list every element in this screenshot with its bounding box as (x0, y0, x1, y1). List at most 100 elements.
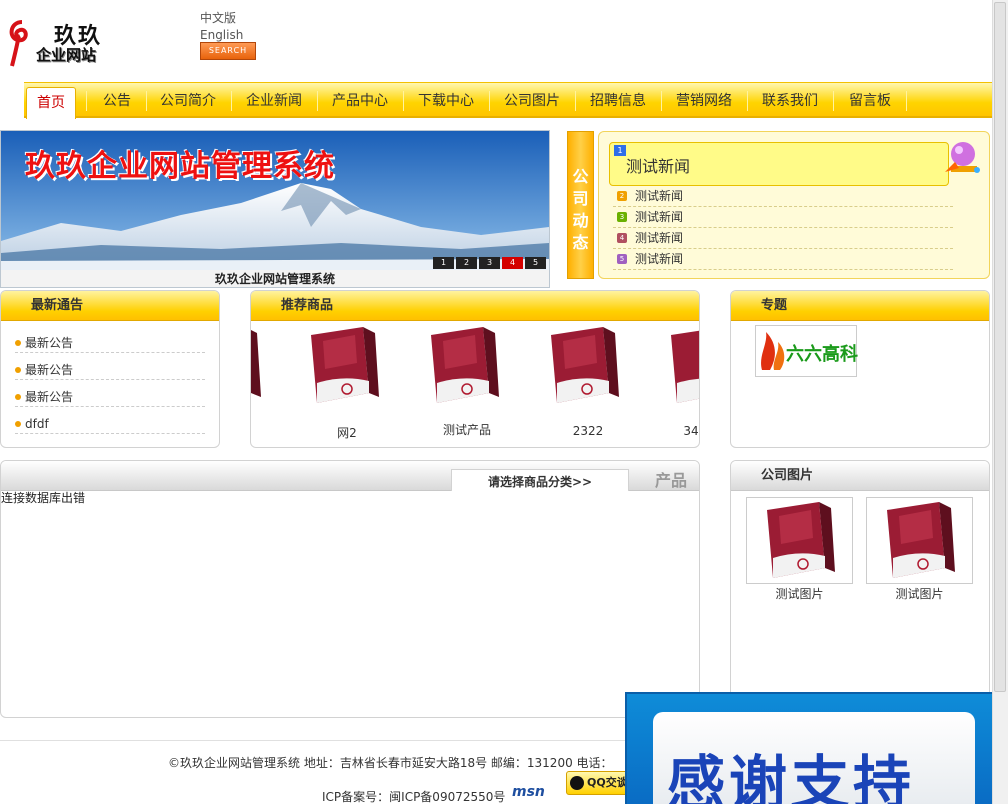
thanks-text: 感谢支持 (667, 749, 916, 804)
notice-title[interactable]: dfdf (25, 417, 49, 431)
nav-guestbook[interactable]: 留言板 (840, 83, 900, 117)
category-select-tab[interactable]: 请选择商品分类>> (451, 469, 629, 491)
nav-notice[interactable]: 公告 (92, 83, 142, 117)
featured-news[interactable]: 1 测试新闻 (609, 142, 949, 186)
product-name[interactable]: 2322 (548, 424, 628, 438)
slide-5-button[interactable]: 5 (525, 257, 546, 269)
msn-link[interactable]: msn (512, 784, 545, 800)
nav-photos[interactable]: 公司图片 (496, 83, 568, 117)
slide-2-button[interactable]: 2 (456, 257, 477, 269)
product-box-icon (887, 502, 955, 578)
nav-jobs[interactable]: 招聘信息 (582, 83, 654, 117)
qq-chat-button[interactable]: QQ交谈 (566, 771, 630, 795)
bullet-icon (15, 421, 21, 427)
company-picture[interactable] (746, 497, 853, 584)
news-title[interactable]: 测试新闻 (635, 231, 683, 245)
qq-chat-label: QQ交谈 (587, 776, 628, 789)
company-pictures-panel: 公司图片 测试图片 测试图片 (730, 460, 990, 718)
footer-icp[interactable]: ICP备案号：闽ICP备09072550号 (322, 788, 505, 804)
list-item[interactable]: 最新公告 (15, 387, 205, 407)
nav-products[interactable]: 产品中心 (324, 83, 396, 117)
nav-contact[interactable]: 联系我们 (754, 83, 826, 117)
company-pictures-title: 公司图片 (731, 461, 989, 491)
company-news-panel: 1 测试新闻 2 测试新闻 3 测试新闻 4 测试新闻 5 测试新闻 (598, 131, 990, 279)
company-news-tab-label: 公司动态 (572, 167, 589, 252)
product-name[interactable]: 34 (651, 424, 699, 438)
list-item[interactable]: 2 测试新闻 (613, 186, 953, 207)
special-topics-panel: 专题 六六高科 (730, 290, 990, 448)
news-title[interactable]: 测试新闻 (635, 189, 683, 203)
thanks-popup[interactable]: 感谢支持 (625, 692, 1003, 804)
company-news-list: 2 测试新闻 3 测试新闻 4 测试新闻 5 测试新闻 (613, 186, 953, 270)
news-number-badge: 3 (617, 212, 627, 222)
nav-about[interactable]: 公司简介 (152, 83, 224, 117)
slide-4-button[interactable]: 4 (502, 257, 523, 269)
nav-home[interactable]: 首页 (26, 87, 76, 119)
news-title[interactable]: 测试新闻 (635, 210, 683, 224)
notice-title[interactable]: 最新公告 (25, 390, 73, 404)
recommended-title: 推荐商品 (251, 291, 699, 321)
qq-penguin-icon (570, 776, 584, 790)
product-name[interactable]: 测试产品 (427, 421, 507, 438)
list-item[interactable]: 4 测试新闻 (613, 228, 953, 249)
footer-contact-info: ©玖玖企业网站管理系统 地址：吉林省长春市延安大路18号 邮编：131200 电… (168, 756, 613, 770)
product-name[interactable]: 网2 (307, 424, 387, 441)
db-error-message: 连接数据库出错 (1, 491, 86, 505)
recommended-panel: 推荐商品 网2 测试产品 2322 34 (250, 290, 700, 448)
language-switch: 中文版 English (200, 10, 243, 44)
banner-slider[interactable]: 玖玖企业网站管理系统 1 2 3 4 5 玖玖企业网站管理系统 (0, 130, 550, 288)
list-item[interactable]: 最新公告 (15, 333, 205, 353)
news-title[interactable]: 测试新闻 (635, 252, 683, 266)
thanks-popup-body: 感谢支持 (653, 712, 975, 804)
list-item[interactable]: 3 测试新闻 (613, 207, 953, 228)
crystal-ball-icon (945, 142, 980, 173)
notices-title: 最新通告 (1, 291, 219, 321)
nav-divider (403, 91, 404, 111)
news-number-badge: 5 (617, 254, 627, 264)
main-nav: 首页 公告 公司简介 企业新闻 产品中心 下载中心 公司图片 招聘信息 营销网络… (24, 82, 992, 119)
banner-caption: 玖玖企业网站管理系统 (1, 270, 549, 287)
nav-divider (906, 91, 907, 111)
list-item[interactable]: dfdf (15, 414, 205, 434)
slide-1-button[interactable]: 1 (433, 257, 454, 269)
company-news-tab: 公司动态 (567, 131, 594, 279)
list-item[interactable]: 最新公告 (15, 360, 205, 380)
news-number-badge: 2 (617, 191, 627, 201)
nav-divider (575, 91, 576, 111)
nav-divider (833, 91, 834, 111)
special-title: 专题 (731, 291, 989, 321)
product-box-icon (767, 502, 835, 578)
product-box-icon[interactable] (663, 323, 700, 409)
product-box-icon[interactable] (303, 323, 383, 409)
product-box-icon (251, 330, 261, 397)
nav-divider (86, 91, 87, 111)
product-box-icon[interactable] (423, 323, 503, 409)
news-number-badge: 4 (617, 233, 627, 243)
sponsor-logo[interactable]: 六六高科 (755, 325, 858, 377)
vertical-scrollbar[interactable] (992, 0, 1008, 804)
nav-divider (661, 91, 662, 111)
nav-divider (317, 91, 318, 111)
scrollbar-thumb[interactable] (994, 2, 1006, 692)
company-picture[interactable] (866, 497, 973, 584)
company-picture-caption[interactable]: 测试图片 (746, 585, 853, 602)
notice-title[interactable]: 最新公告 (25, 336, 73, 350)
slide-3-button[interactable]: 3 (479, 257, 500, 269)
nav-downloads[interactable]: 下载中心 (410, 83, 482, 117)
product-box-icon[interactable] (543, 323, 623, 409)
notices-panel: 最新通告 最新公告 最新公告 最新公告 dfdf (0, 290, 220, 448)
site-logo[interactable]: 玖玖 企业网站 (6, 14, 116, 70)
lang-chinese-link[interactable]: 中文版 (200, 10, 243, 27)
nav-marketing[interactable]: 营销网络 (668, 83, 740, 117)
logo-subtitle: 企业网站 (36, 46, 97, 64)
company-picture-caption[interactable]: 测试图片 (866, 585, 973, 602)
nav-news[interactable]: 企业新闻 (238, 83, 310, 117)
nav-divider (489, 91, 490, 111)
notice-title[interactable]: 最新公告 (25, 363, 73, 377)
list-item[interactable]: 5 测试新闻 (613, 249, 953, 270)
featured-news-title[interactable]: 测试新闻 (626, 153, 690, 177)
products-panel: 请选择商品分类>> 产品 连接数据库出错 (0, 460, 700, 718)
search-button[interactable]: SEARCH (200, 42, 256, 60)
news-badge: 1 (614, 145, 626, 156)
nav-divider (231, 91, 232, 111)
